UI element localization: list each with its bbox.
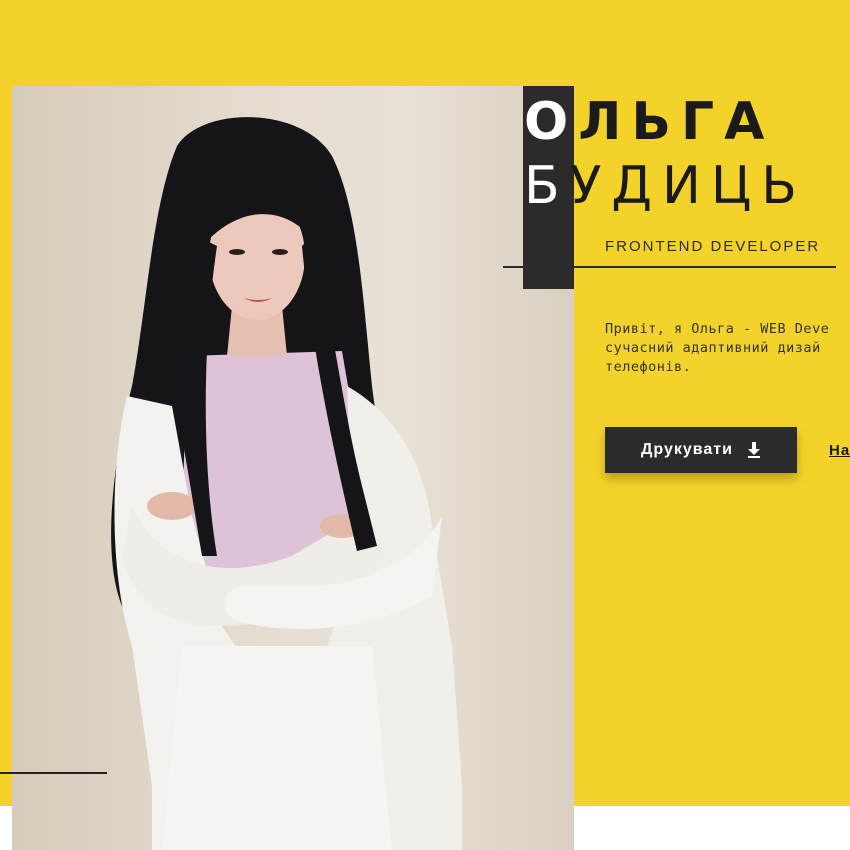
decorative-line-left xyxy=(0,772,107,774)
first-name: ОЛЬГА xyxy=(524,92,774,152)
intro-line: Привіт, я Ольга - WEB Deve xyxy=(605,321,830,337)
portrait-photo xyxy=(12,86,574,850)
decorative-line-right xyxy=(503,266,836,268)
last-name-rest: УДИЦЬ xyxy=(569,156,807,216)
last-name-initial: Б xyxy=(524,156,570,216)
role-title: FRONTEND DEVELOPER xyxy=(605,238,821,255)
first-name-initial: О xyxy=(524,92,579,152)
intro-line: сучасний адаптивний дизай xyxy=(605,340,821,356)
first-name-rest: ЛЬГА xyxy=(578,92,775,152)
intro-line: телефонів. xyxy=(605,359,692,375)
contact-link[interactable]: На xyxy=(829,442,850,459)
intro-text: Привіт, я Ольга - WEB Deve сучасний адап… xyxy=(605,320,850,377)
download-icon xyxy=(747,442,761,458)
print-button[interactable]: Друкувати xyxy=(605,427,797,473)
last-name: БУДИЦЬ xyxy=(524,156,807,216)
print-button-label: Друкувати xyxy=(641,441,733,458)
